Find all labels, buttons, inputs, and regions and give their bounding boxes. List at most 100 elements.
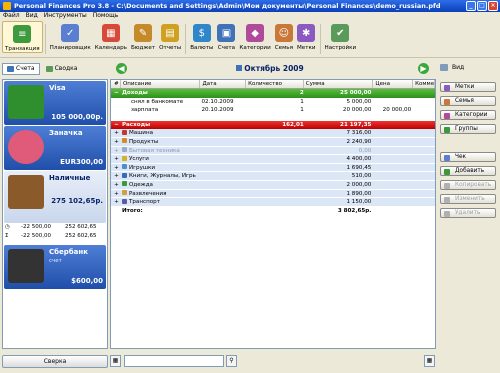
tab-summary[interactable]: Сводка <box>42 63 82 75</box>
wallet-icon <box>8 175 44 209</box>
toolbar-planner-button[interactable]: ✓ Планировщик <box>48 21 93 51</box>
search-icon[interactable]: ⚲ <box>226 355 237 367</box>
col-date[interactable]: Дата <box>200 80 247 88</box>
expand-icon[interactable]: + <box>111 198 121 206</box>
table-row[interactable]: зарплата 20.10.2009 1 20 000,00 20 000,0… <box>111 106 435 115</box>
next-month-arrow-icon[interactable]: ▶ <box>418 63 429 74</box>
action-button-6[interactable]: Копировать <box>440 180 496 190</box>
toolbar-reports-button[interactable]: ▤ Отчеты <box>157 21 183 51</box>
toolbar-calendar-button[interactable]: ▦ Календарь <box>93 21 129 51</box>
expand-icon[interactable]: + <box>111 190 121 198</box>
account-zanachka[interactable]: Заначка EUR300,00 <box>4 126 106 170</box>
category-icon <box>121 164 127 170</box>
toolbar-categories-button[interactable]: ◆ Категории <box>237 21 272 51</box>
reconcile-button[interactable]: Сверка <box>2 355 108 368</box>
category-icon <box>121 172 127 178</box>
expand-icon[interactable]: + <box>111 181 121 189</box>
main-toolbar: ≡ Транзакция ✓ Планировщик ▦ Календарь ✎ Бюд… <box>0 21 500 58</box>
expand-icon[interactable]: + <box>111 147 121 155</box>
prev-month-arrow-icon[interactable]: ◀ <box>116 63 127 74</box>
budget-icon: ✎ <box>134 24 153 42</box>
expense-group-row[interactable]: − Расходы 162,01 21 197,35 <box>111 120 435 130</box>
window-title: Personal Finances Pro 3.8 - C:\Documents… <box>14 2 441 10</box>
category-row[interactable]: + Услуги 4 400,00 <box>111 155 435 164</box>
action-button-5[interactable]: Добавить <box>440 166 496 176</box>
action-button-4[interactable]: Чек <box>440 152 496 162</box>
action-button-icon <box>444 112 450 119</box>
month-navigator: ◀ Октябрь 2009 ▶ <box>110 61 436 77</box>
expand-icon[interactable]: + <box>111 138 121 146</box>
category-row[interactable]: + Одежда 2 000,00 <box>111 180 435 190</box>
view-icon[interactable] <box>440 64 448 71</box>
category-row[interactable]: + Транспорт 1 150,00 <box>111 198 435 207</box>
panel-toggle-icon[interactable]: ▦ <box>110 355 121 367</box>
category-row[interactable]: + Машина 7 316,00 <box>111 129 435 138</box>
view-menu[interactable]: Вид <box>452 64 464 71</box>
total-row: Итого: 3 802,65р. <box>111 206 435 216</box>
maximize-button[interactable]: □ <box>477 1 487 11</box>
action-button-2[interactable]: Категории <box>440 110 496 120</box>
expand-icon[interactable]: + <box>111 172 121 180</box>
toolbar-tags-button[interactable]: ✱ Метки <box>295 21 318 51</box>
title-bar: Personal Finances Pro 3.8 - C:\Documents… <box>0 0 500 12</box>
col-comment[interactable]: Коммен <box>413 80 435 88</box>
category-icon <box>121 190 127 196</box>
calendar-icon: ▦ <box>101 24 120 42</box>
expand-icon[interactable]: + <box>111 129 121 137</box>
action-button-icon <box>444 126 450 133</box>
menu-file[interactable]: Файл <box>3 12 20 20</box>
collapse-icon[interactable]: − <box>111 89 121 98</box>
category-row[interactable]: + Продукты 2 240,90 <box>111 137 435 147</box>
toolbar-transaction-button[interactable]: ≡ Транзакция <box>2 21 43 53</box>
action-button-1[interactable]: Семья <box>440 96 496 106</box>
minimize-button[interactable]: _ <box>466 1 476 11</box>
search-input[interactable] <box>124 355 224 367</box>
tags-icon: ✱ <box>297 24 316 42</box>
panel-toggle-right-icon[interactable]: ▦ <box>424 355 435 367</box>
action-button-8[interactable]: Удалить <box>440 208 496 218</box>
action-button-3[interactable]: Группы <box>440 124 496 134</box>
col-price[interactable]: Цена <box>373 80 414 88</box>
col-description[interactable]: Описание <box>121 80 201 88</box>
account-sberbank[interactable]: Сбербанк счет $600,00 <box>4 245 106 289</box>
menu-help[interactable]: Помощь <box>93 12 119 20</box>
toolbar-currencies-button[interactable]: $ Валюты <box>188 21 215 51</box>
category-row[interactable]: + Книги, Журналы, Игрь 510,00 <box>111 172 435 181</box>
visa-card-icon <box>8 85 44 119</box>
category-row[interactable]: + Развлечения 1 890,00 <box>111 189 435 199</box>
category-icon <box>121 138 127 144</box>
collapse-icon[interactable]: − <box>111 121 121 130</box>
category-icon <box>121 181 127 187</box>
calendar-small-icon <box>236 65 243 71</box>
account-cash[interactable]: Наличные 275 102,65р. <box>4 171 106 223</box>
col-sum[interactable]: Сумма <box>304 80 374 88</box>
transactions-grid: # Описание Дата Количество Сумма Цена Ко… <box>110 79 436 349</box>
accounts-icon: ▣ <box>217 24 236 42</box>
toolbar-settings-button[interactable]: ✔ Настройки <box>323 21 359 51</box>
close-button[interactable]: × <box>488 1 498 11</box>
col-number[interactable]: # <box>111 80 121 88</box>
income-group-row[interactable]: − Доходы 2 25 000,00 <box>111 89 435 98</box>
expand-icon[interactable]: + <box>111 155 121 163</box>
menu-bar: Файл Вид Инструменты Помощь <box>0 12 500 20</box>
tab-accounts[interactable]: Счета <box>2 63 40 75</box>
toolbar-accounts-button[interactable]: ▣ Счета <box>215 21 237 51</box>
col-quantity[interactable]: Количество <box>246 80 304 88</box>
table-row[interactable]: снял в банкомате 02.10.2009 1 5 000,00 <box>111 98 435 107</box>
reports-icon: ▤ <box>161 24 180 42</box>
toolbar-budget-button[interactable]: ✎ Бюджет <box>129 21 157 51</box>
action-button-icon <box>444 196 450 203</box>
menu-view[interactable]: Вид <box>26 12 38 20</box>
grid-header: # Описание Дата Количество Сумма Цена Ко… <box>111 80 435 89</box>
transaction-icon: ≡ <box>13 25 32 43</box>
category-row[interactable]: + Бытовая техника 0,00 <box>111 146 435 156</box>
toolbar-family-button[interactable]: ☺ Семья <box>273 21 295 51</box>
category-row[interactable]: + Игрушки 1 690,45 <box>111 163 435 173</box>
category-icon <box>121 147 127 153</box>
menu-tools[interactable]: Инструменты <box>44 12 87 20</box>
action-button-7[interactable]: Изменить <box>440 194 496 204</box>
current-month[interactable]: Октябрь 2009 <box>210 64 330 73</box>
account-visa[interactable]: Visa 105 000,00р. <box>4 81 106 125</box>
action-button-0[interactable]: Метки <box>440 82 496 92</box>
expand-icon[interactable]: + <box>111 164 121 172</box>
